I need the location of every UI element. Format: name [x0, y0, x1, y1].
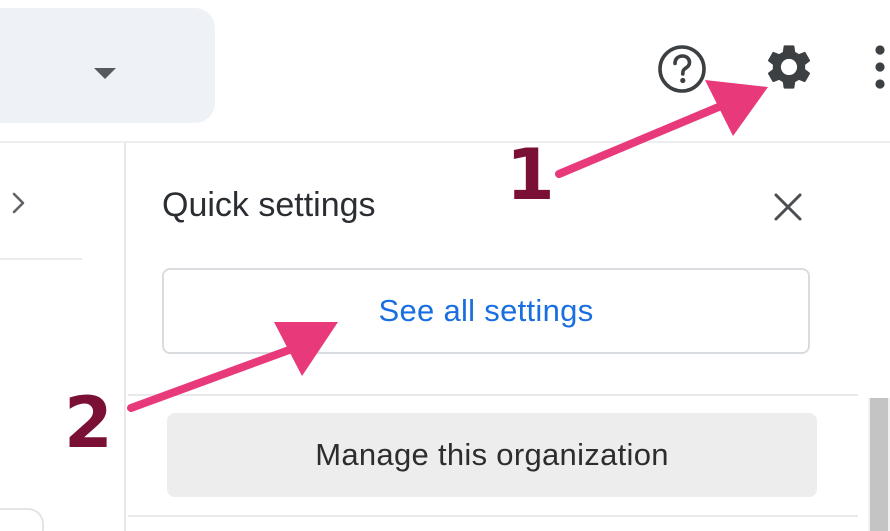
help-icon[interactable]: [656, 43, 708, 95]
left-pill[interactable]: [0, 508, 44, 531]
annotation-arrowhead-1: [705, 80, 768, 136]
chevron-right-icon[interactable]: [8, 190, 30, 216]
header-divider: [0, 141, 890, 143]
step-number-1: 1: [506, 134, 555, 216]
search-box[interactable]: [0, 8, 215, 123]
quick-settings-title: Quick settings: [162, 186, 376, 224]
apps-grid-icon[interactable]: [870, 44, 890, 90]
caret-down-icon[interactable]: [94, 68, 116, 79]
gear-icon[interactable]: [762, 40, 816, 94]
manage-organization-button[interactable]: Manage this organization: [167, 413, 817, 497]
pane-divider: [124, 143, 126, 531]
gmail-screen: Quick settings See all settings Manage t…: [0, 0, 890, 531]
scrollbar-thumb[interactable]: [870, 398, 888, 531]
section-divider-bottom: [128, 515, 858, 517]
annotation-arrow-2: [127, 342, 304, 412]
step-number-2: 2: [64, 382, 113, 464]
left-divider: [0, 258, 82, 260]
see-all-settings-button[interactable]: See all settings: [162, 268, 810, 354]
annotation-arrow-1: [555, 102, 725, 178]
section-divider: [128, 394, 858, 396]
close-icon[interactable]: [771, 190, 805, 224]
